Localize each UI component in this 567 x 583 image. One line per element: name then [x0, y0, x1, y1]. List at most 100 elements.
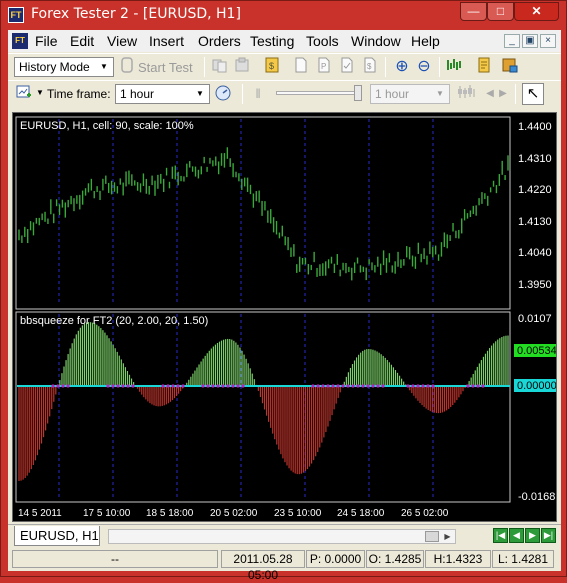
- mode-select[interactable]: History Mode ▼: [14, 57, 114, 77]
- squeeze-dot: [481, 384, 485, 388]
- mdi-minimize-button[interactable]: _: [504, 34, 520, 48]
- mdi-restore-button[interactable]: ▣: [522, 34, 538, 48]
- client-area: FT File Edit View Insert Orders Testing …: [8, 30, 561, 582]
- indicator-tick-label: -0.0168: [518, 491, 555, 503]
- squeeze-dot: [341, 384, 345, 388]
- step-forward-icon[interactable]: ▶: [493, 84, 513, 104]
- zoom-out-icon[interactable]: ⊖: [414, 57, 434, 77]
- menu-bar: FT File Edit View Insert Orders Testing …: [8, 30, 561, 52]
- time-axis-label: 26 5 02:00: [401, 508, 449, 519]
- squeeze-dot: [56, 384, 60, 388]
- speed-slider[interactable]: [276, 91, 362, 95]
- price-tick-label: 1.4310: [518, 153, 552, 165]
- modify-order-icon[interactable]: [337, 57, 357, 77]
- squeeze-dot: [431, 384, 435, 388]
- menu-file[interactable]: File: [35, 33, 58, 49]
- status-high: H:1.4323: [425, 550, 491, 568]
- first-bar-icon[interactable]: |◀: [493, 528, 508, 543]
- paste-icon[interactable]: [232, 57, 252, 77]
- squeeze-dot: [376, 384, 380, 388]
- squeeze-dot: [51, 384, 55, 388]
- squeeze-dot: [126, 384, 130, 388]
- squeeze-dot: [356, 384, 360, 388]
- timeframe-select[interactable]: 1 hour ▼: [115, 84, 210, 104]
- menu-edit[interactable]: Edit: [70, 33, 94, 49]
- next-bar-icon[interactable]: ▶: [525, 528, 540, 543]
- chevron-down-icon[interactable]: ▼: [36, 88, 44, 97]
- speed-gauge-icon[interactable]: [213, 84, 233, 104]
- squeeze-dot: [311, 384, 315, 388]
- close-button[interactable]: ✕: [514, 2, 559, 21]
- candles-icon[interactable]: [457, 84, 477, 104]
- title-bar[interactable]: FT Forex Tester 2 - [EURUSD, H1] — □ ✕: [1, 1, 566, 29]
- chart-canvas[interactable]: EURUSD, H1, cell: 90, scale: 100% bbsque…: [13, 113, 556, 521]
- squeeze-dot: [361, 384, 365, 388]
- time-axis-label: 24 5 18:00: [337, 508, 385, 519]
- speed-slider-thumb[interactable]: [354, 85, 362, 101]
- menu-insert[interactable]: Insert: [149, 33, 184, 49]
- squeeze-dot: [161, 384, 165, 388]
- status-low: L: 1.4281: [492, 550, 554, 568]
- minimize-button[interactable]: —: [460, 2, 487, 21]
- squeeze-dot: [221, 384, 225, 388]
- menu-testing[interactable]: Testing: [250, 33, 294, 49]
- indicators-icon[interactable]: [445, 57, 465, 77]
- pending-order-icon[interactable]: P: [314, 57, 334, 77]
- last-bar-icon[interactable]: ▶|: [541, 528, 556, 543]
- svg-text:P: P: [321, 62, 326, 71]
- price-panel-frame: [15, 116, 511, 310]
- squeeze-dot: [426, 384, 430, 388]
- menu-orders[interactable]: Orders: [198, 33, 241, 49]
- document-icon[interactable]: FT: [12, 33, 28, 49]
- zoom-in-icon[interactable]: ⊕: [392, 57, 412, 77]
- status-bar: -- 2011.05.28 05:00 P: 0.0000 O: 1.4285 …: [8, 547, 561, 582]
- maximize-button[interactable]: □: [487, 2, 514, 21]
- squeeze-dot: [206, 384, 210, 388]
- scroll-right-icon[interactable]: ▶: [441, 531, 454, 542]
- pause-icon[interactable]: ‖: [248, 84, 268, 104]
- chart-area[interactable]: EURUSD, H1, cell: 90, scale: 100% bbsque…: [12, 112, 557, 522]
- tab-eurusd-h1[interactable]: EURUSD, H1: [14, 526, 100, 546]
- account-icon[interactable]: $: [262, 57, 282, 77]
- price-chart-header: EURUSD, H1, cell: 90, scale: 100%: [20, 120, 194, 132]
- squeeze-dot: [321, 384, 325, 388]
- add-chart-icon[interactable]: [14, 84, 34, 104]
- cursor-tool-icon[interactable]: ↖: [522, 83, 544, 105]
- squeeze-dot: [476, 384, 480, 388]
- mdi-close-button[interactable]: ×: [540, 34, 556, 48]
- indicator-current-value: 0.00534: [517, 345, 556, 357]
- menu-view[interactable]: View: [107, 33, 137, 49]
- copy-icon[interactable]: [210, 57, 230, 77]
- toolbar-separator: [385, 57, 386, 77]
- squeeze-dot: [381, 384, 385, 388]
- speed-select-value: 1 hour: [375, 87, 410, 101]
- close-order-icon[interactable]: $: [360, 57, 380, 77]
- squeeze-dot: [111, 384, 115, 388]
- speed-select[interactable]: 1 hour ▼: [370, 84, 450, 104]
- squeeze-dot: [366, 384, 370, 388]
- chart-tab-bar: EURUSD, H1 ▶ |◀ ◀ ▶ ▶|: [8, 524, 561, 546]
- scrollbar-thumb[interactable]: [425, 531, 439, 542]
- new-order-icon[interactable]: [291, 57, 311, 77]
- app-icon: FT: [8, 7, 24, 23]
- squeeze-dot: [171, 384, 175, 388]
- menu-window[interactable]: Window: [351, 33, 401, 49]
- start-test-button[interactable]: Start Test: [138, 60, 193, 75]
- news-icon[interactable]: [474, 57, 494, 77]
- price-tick-label: 1.3950: [518, 279, 552, 291]
- time-axis-label: 17 5 10:00: [83, 508, 131, 519]
- menu-tools[interactable]: Tools: [306, 33, 339, 49]
- toolbar-separator: [515, 84, 516, 104]
- squeeze-dot: [226, 384, 230, 388]
- menu-help[interactable]: Help: [411, 33, 440, 49]
- settings-icon[interactable]: [500, 57, 520, 77]
- horizontal-scrollbar[interactable]: ▶: [108, 529, 456, 544]
- squeeze-dot: [346, 384, 350, 388]
- squeeze-dot: [61, 384, 65, 388]
- squeeze-dot: [241, 384, 245, 388]
- squeeze-dot: [181, 384, 185, 388]
- prev-bar-icon[interactable]: ◀: [509, 528, 524, 543]
- svg-text:$: $: [269, 61, 274, 71]
- application-window: FT Forex Tester 2 - [EURUSD, H1] — □ ✕ F…: [0, 0, 567, 582]
- status-date: 2011.05.28 05:00: [221, 550, 305, 582]
